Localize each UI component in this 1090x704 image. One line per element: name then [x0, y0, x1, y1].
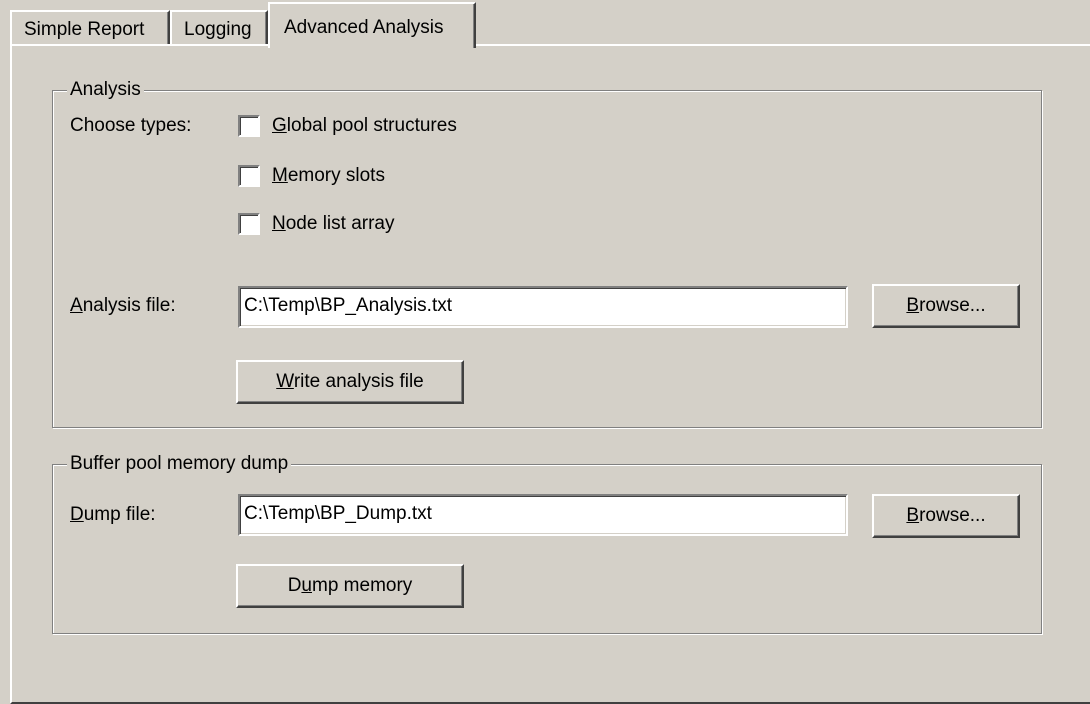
tab-simple-report[interactable]: Simple Report — [10, 10, 170, 46]
tab-label: Advanced Analysis — [284, 17, 444, 38]
checkbox-label: Global pool structures — [272, 115, 457, 136]
checkbox-label: Node list array — [272, 213, 395, 234]
choose-types-label: Choose types: — [70, 115, 192, 136]
checkbox-box[interactable] — [238, 115, 260, 137]
browse-analysis-button[interactable]: Browse... — [872, 284, 1020, 328]
checkbox-box[interactable] — [238, 165, 260, 187]
tab-label: Logging — [184, 19, 252, 40]
memory-slots-checkbox[interactable]: Memory slots — [238, 164, 385, 188]
write-analysis-file-button[interactable]: Write analysis file — [236, 360, 464, 404]
global-pool-structures-checkbox[interactable]: Global pool structures — [238, 114, 457, 138]
dump-group-title: Buffer pool memory dump — [67, 452, 292, 476]
checkbox-box[interactable] — [238, 213, 260, 235]
dump-file-label: Dump file: — [70, 504, 156, 525]
analysis-file-label: Analysis file: — [70, 295, 176, 316]
tab-logging[interactable]: Logging — [170, 10, 268, 46]
analysis-file-input[interactable] — [238, 286, 848, 328]
buffer-pool-memory-dump-group: Buffer pool memory dump — [52, 452, 1042, 634]
tab-advanced-analysis[interactable]: Advanced Analysis — [268, 2, 476, 48]
node-list-array-checkbox[interactable]: Node list array — [238, 212, 395, 236]
browse-dump-button[interactable]: Browse... — [872, 494, 1020, 538]
analysis-group: Analysis — [52, 78, 1042, 428]
dump-file-input[interactable] — [238, 494, 848, 536]
dump-memory-button[interactable]: Dump memory — [236, 564, 464, 608]
tab-label: Simple Report — [24, 19, 145, 40]
checkbox-label: Memory slots — [272, 165, 385, 186]
analysis-group-title: Analysis — [67, 78, 144, 102]
